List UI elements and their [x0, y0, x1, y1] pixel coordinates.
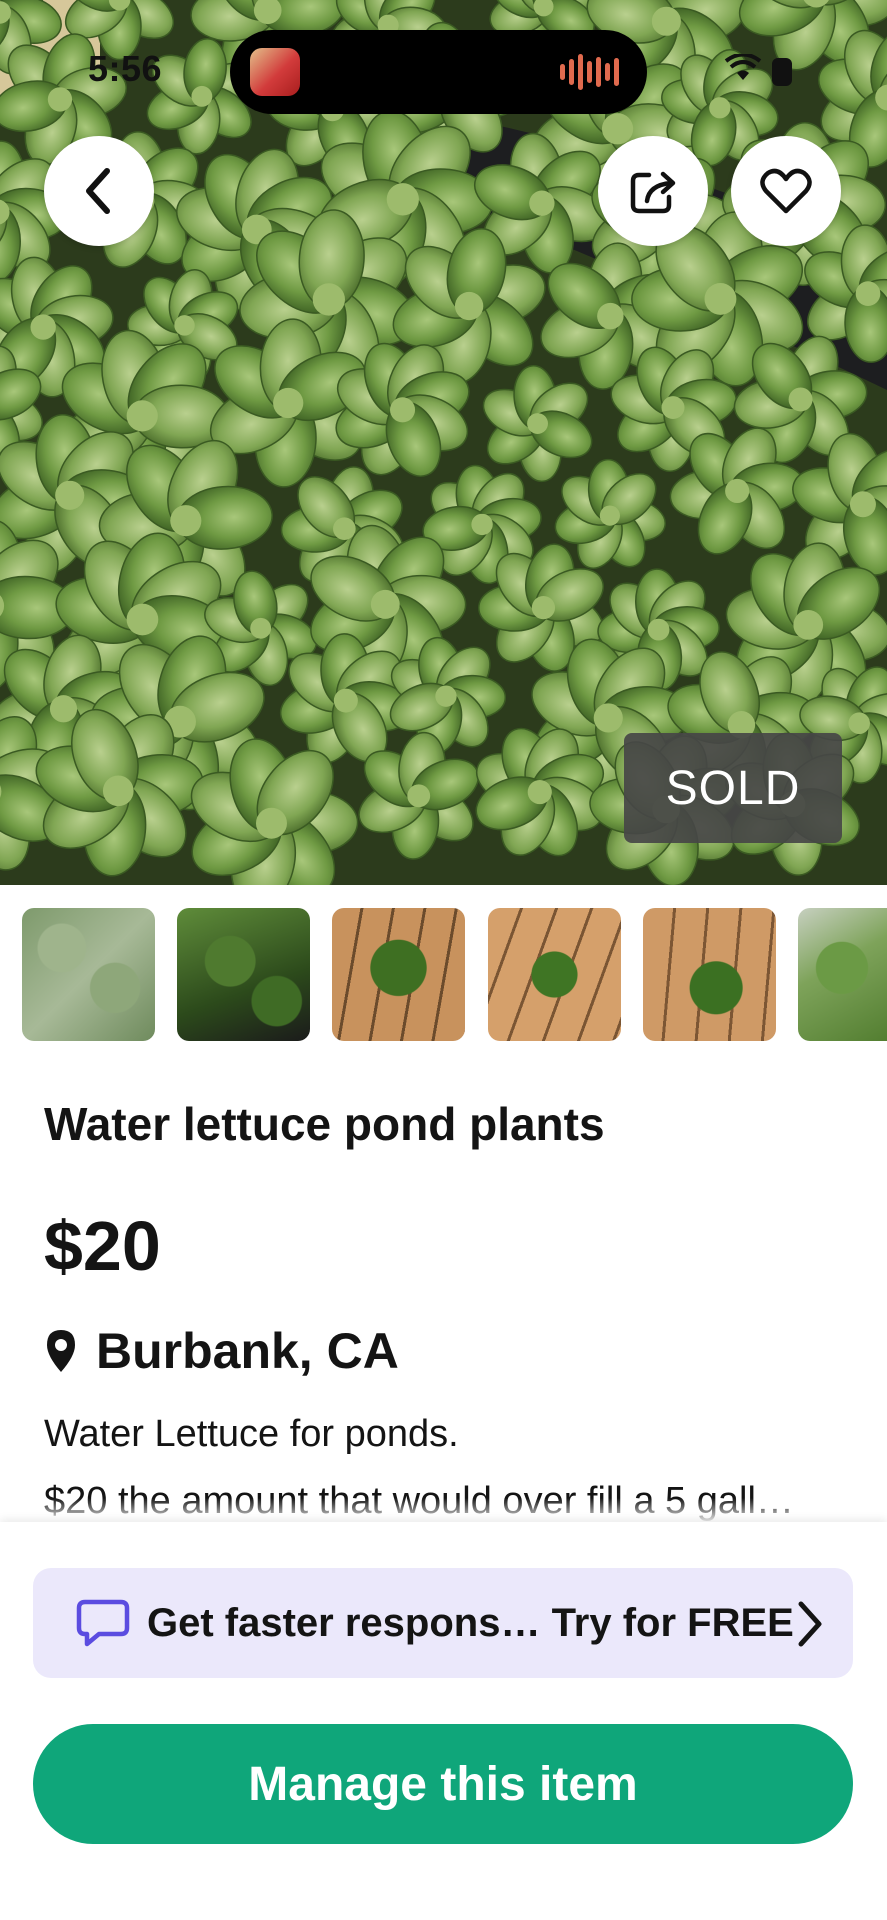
description-fade: [0, 1498, 887, 1524]
battery-icon: [772, 58, 792, 86]
description-line: Water Lettuce for ponds.: [44, 1413, 459, 1455]
back-button[interactable]: [44, 136, 154, 246]
location-label: Burbank, CA: [96, 1323, 399, 1379]
listing-price: $20: [44, 1207, 161, 1285]
location-pin-icon: [47, 1330, 75, 1372]
share-icon: [630, 171, 676, 214]
listing-hero-photo[interactable]: 5:56 SOLD: [0, 0, 887, 885]
chevron-left-icon: [86, 168, 110, 214]
photo-thumbnail[interactable]: [643, 908, 776, 1041]
listing-location[interactable]: Burbank, CA: [44, 1322, 399, 1380]
photo-thumbnail[interactable]: [332, 908, 465, 1041]
listing-title: Water lettuce pond plants: [44, 1098, 605, 1150]
chat-bubble-icon: [76, 1599, 130, 1647]
manage-item-button[interactable]: Manage this item: [33, 1724, 853, 1844]
dynamic-island[interactable]: [230, 30, 647, 114]
favorite-button[interactable]: [731, 136, 841, 246]
audio-waveform-icon: [560, 54, 619, 90]
promo-text: Get faster respons… Try for FREE: [147, 1600, 794, 1645]
photo-thumbnail[interactable]: [177, 908, 310, 1041]
heart-icon: [760, 168, 812, 214]
sold-badge: SOLD: [624, 733, 842, 843]
wifi-icon: [724, 54, 762, 80]
promo-banner[interactable]: Get faster respons… Try for FREE: [33, 1568, 853, 1678]
share-button[interactable]: [598, 136, 708, 246]
photo-thumbnail[interactable]: [22, 908, 155, 1041]
photo-thumbnail[interactable]: [488, 908, 621, 1041]
photo-thumbnail[interactable]: [798, 908, 887, 1041]
now-playing-artwork: [250, 48, 300, 96]
status-time: 5:56: [88, 48, 163, 89]
photo-thumbnail-strip[interactable]: [0, 908, 887, 1042]
chevron-right-icon: [798, 1601, 822, 1647]
